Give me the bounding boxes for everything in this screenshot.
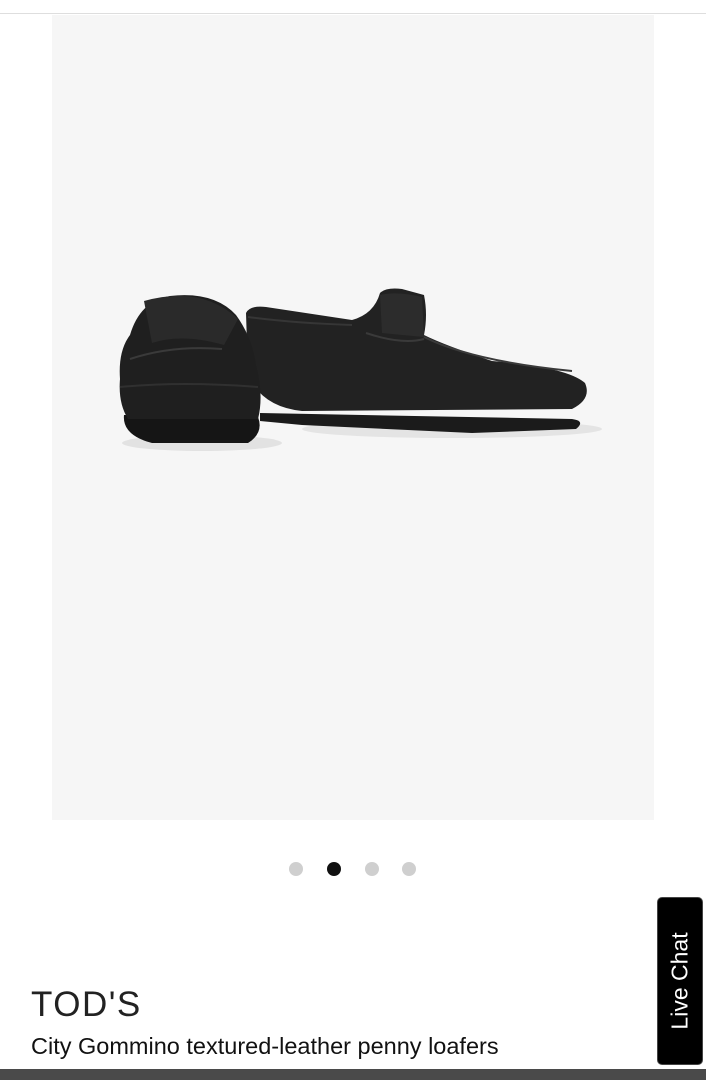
carousel-pagination (0, 862, 706, 876)
carousel-dot-4[interactable] (402, 862, 416, 876)
bottom-bar (0, 1069, 706, 1080)
header-divider (0, 13, 706, 14)
live-chat-button[interactable]: Live Chat (657, 897, 703, 1065)
loafer-side-view (246, 288, 587, 433)
product-title: City Gommino textured-leather penny loaf… (31, 1033, 499, 1059)
product-image-gallery[interactable] (52, 15, 654, 820)
loafer-front-view (119, 295, 261, 443)
brand-name[interactable]: TOD'S (31, 985, 142, 1025)
carousel-dot-1[interactable] (289, 862, 303, 876)
carousel-dot-2-active[interactable] (327, 862, 341, 876)
carousel-dot-3[interactable] (365, 862, 379, 876)
live-chat-label: Live Chat (666, 932, 693, 1030)
product-image (119, 288, 602, 451)
